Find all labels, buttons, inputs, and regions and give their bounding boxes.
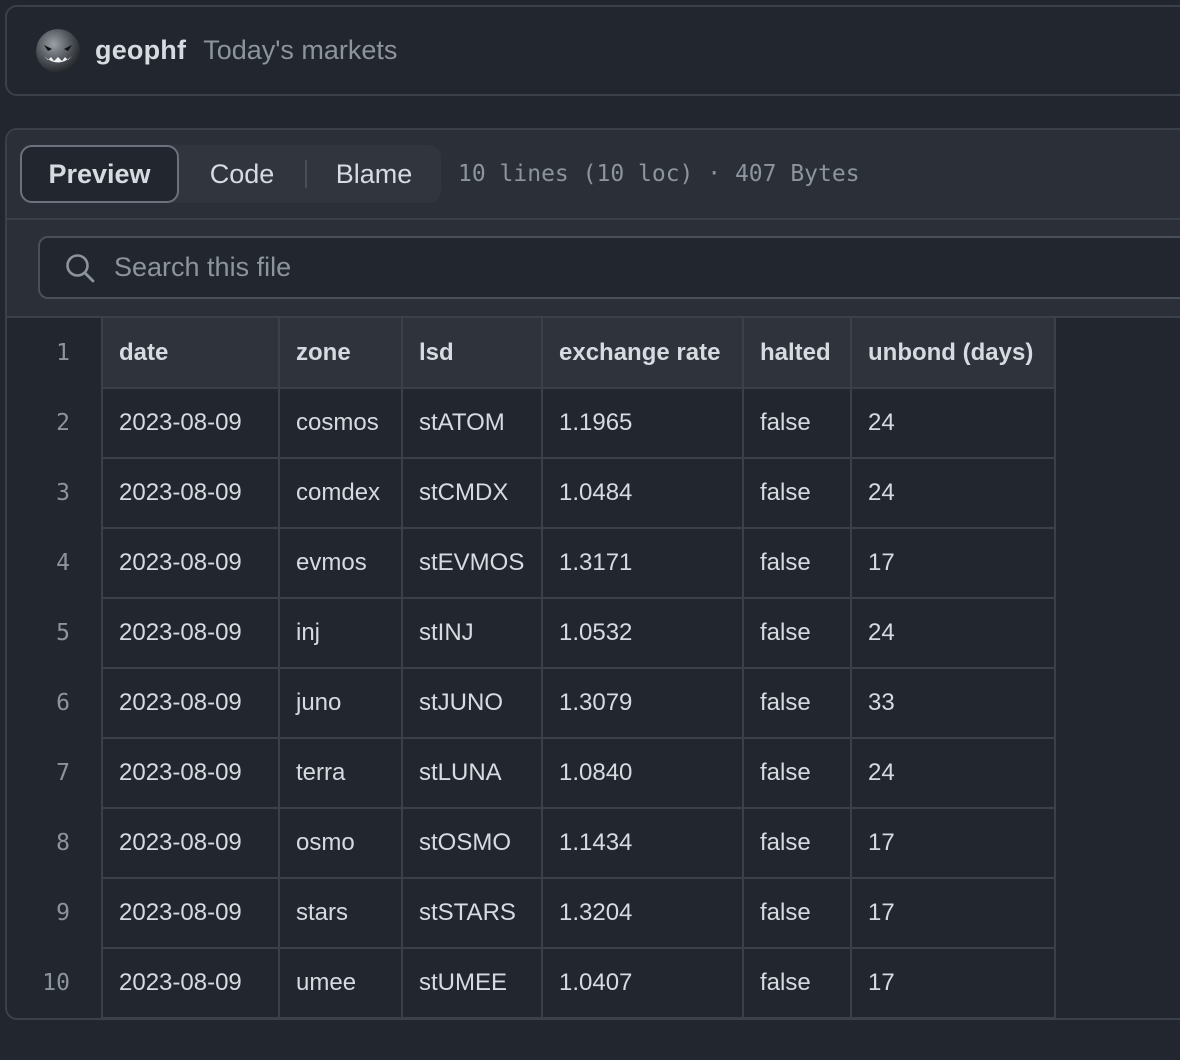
cell-lsd: stUMEE: [401, 948, 543, 1018]
cell-lsd: stINJ: [401, 598, 543, 669]
search-icon: [66, 253, 95, 282]
cell-lsd: stJUNO: [401, 668, 543, 739]
cell-exchange-rate: 1.0484: [541, 458, 744, 529]
line-number[interactable]: 4: [7, 528, 101, 598]
cell-date: 2023-08-09: [101, 878, 280, 949]
avatar[interactable]: [36, 28, 80, 73]
cell-date: 2023-08-09: [101, 388, 280, 459]
cell-date: 2023-08-09: [101, 738, 280, 809]
cell-lsd: stATOM: [401, 388, 543, 459]
commit-author-link[interactable]: geophf: [95, 35, 186, 66]
cell-unbond-days: 24: [850, 598, 1056, 669]
cell-lsd: stSTARS: [401, 878, 543, 949]
commit-header: geophf Today's markets: [5, 5, 1180, 96]
cell-halted: false: [742, 878, 852, 949]
table-row: 2023-08-09 stars stSTARS 1.3204 false 17: [101, 878, 1056, 949]
blame-tab[interactable]: Blame: [307, 145, 441, 203]
cell-date: 2023-08-09: [101, 808, 280, 879]
cell-unbond-days: 17: [850, 878, 1056, 949]
table-header-row: date zone lsd exchange rate halted unbon…: [101, 318, 1056, 389]
cell-halted: false: [742, 738, 852, 809]
code-tab[interactable]: Code: [179, 145, 305, 203]
header-halted: halted: [742, 318, 852, 389]
cell-zone: terra: [278, 738, 403, 809]
cell-unbond-days: 33: [850, 668, 1056, 739]
table-row: 2023-08-09 juno stJUNO 1.3079 false 33: [101, 668, 1056, 739]
view-mode-switcher: Preview Code Blame: [20, 145, 441, 203]
cell-zone: juno: [278, 668, 403, 739]
line-number[interactable]: 6: [7, 668, 101, 738]
cell-exchange-rate: 1.0532: [541, 598, 744, 669]
file-viewer: Preview Code Blame 10 lines (10 loc) · 4…: [5, 128, 1180, 1020]
line-number-gutter: 1 2 3 4 5 6 7 8 9 10: [7, 318, 101, 1018]
cell-zone: inj: [278, 598, 403, 669]
cell-date: 2023-08-09: [101, 948, 280, 1018]
line-number[interactable]: 8: [7, 808, 101, 878]
line-number[interactable]: 7: [7, 738, 101, 808]
cell-unbond-days: 17: [850, 528, 1056, 599]
table-row: 2023-08-09 comdex stCMDX 1.0484 false 24: [101, 458, 1056, 529]
search-row: [7, 220, 1180, 318]
cell-zone: evmos: [278, 528, 403, 599]
file-toolbar: Preview Code Blame 10 lines (10 loc) · 4…: [7, 130, 1180, 220]
search-input[interactable]: [112, 247, 1180, 288]
commit-message-link[interactable]: Today's markets: [203, 35, 397, 66]
table-row: 2023-08-09 cosmos stATOM 1.1965 false 24: [101, 388, 1056, 459]
cell-halted: false: [742, 668, 852, 739]
cell-unbond-days: 24: [850, 388, 1056, 459]
cell-zone: cosmos: [278, 388, 403, 459]
line-number[interactable]: 10: [7, 948, 101, 1018]
header-date: date: [101, 318, 280, 389]
cell-halted: false: [742, 598, 852, 669]
cell-zone: umee: [278, 948, 403, 1018]
table-row: 2023-08-09 evmos stEVMOS 1.3171 false 17: [101, 528, 1056, 599]
line-number[interactable]: 1: [7, 318, 101, 388]
cell-exchange-rate: 1.3079: [541, 668, 744, 739]
cell-lsd: stLUNA: [401, 738, 543, 809]
cell-halted: false: [742, 528, 852, 599]
cell-zone: stars: [278, 878, 403, 949]
line-number[interactable]: 2: [7, 388, 101, 458]
cell-exchange-rate: 1.3204: [541, 878, 744, 949]
csv-table-area: 1 2 3 4 5 6 7 8 9 10 date zone lsd excha…: [7, 318, 1180, 1018]
table-row: 2023-08-09 osmo stOSMO 1.1434 false 17: [101, 808, 1056, 879]
cell-lsd: stEVMOS: [401, 528, 543, 599]
cell-halted: false: [742, 808, 852, 879]
cell-halted: false: [742, 948, 852, 1018]
header-lsd: lsd: [401, 318, 543, 389]
cell-date: 2023-08-09: [101, 458, 280, 529]
header-unbond-days: unbond (days): [850, 318, 1056, 389]
cell-exchange-rate: 1.0407: [541, 948, 744, 1018]
cell-zone: osmo: [278, 808, 403, 879]
cell-unbond-days: 24: [850, 738, 1056, 809]
cell-unbond-days: 17: [850, 948, 1056, 1018]
table-row: 2023-08-09 terra stLUNA 1.0840 false 24: [101, 738, 1056, 809]
cell-exchange-rate: 1.1965: [541, 388, 744, 459]
cell-unbond-days: 24: [850, 458, 1056, 529]
cell-halted: false: [742, 388, 852, 459]
table-row: 2023-08-09 inj stINJ 1.0532 false 24: [101, 598, 1056, 669]
table-row: 2023-08-09 umee stUMEE 1.0407 false 17: [101, 948, 1056, 1018]
header-exchange-rate: exchange rate: [541, 318, 744, 389]
cell-exchange-rate: 1.3171: [541, 528, 744, 599]
cell-exchange-rate: 1.0840: [541, 738, 744, 809]
cell-date: 2023-08-09: [101, 598, 280, 669]
cell-date: 2023-08-09: [101, 528, 280, 599]
cell-exchange-rate: 1.1434: [541, 808, 744, 879]
cell-unbond-days: 17: [850, 808, 1056, 879]
csv-table: date zone lsd exchange rate halted unbon…: [101, 318, 1056, 1018]
preview-tab[interactable]: Preview: [20, 145, 179, 203]
file-meta-info: 10 lines (10 loc) · 407 Bytes: [458, 161, 860, 187]
cell-lsd: stCMDX: [401, 458, 543, 529]
cell-halted: false: [742, 458, 852, 529]
cell-zone: comdex: [278, 458, 403, 529]
line-number[interactable]: 3: [7, 458, 101, 528]
header-zone: zone: [278, 318, 403, 389]
line-number[interactable]: 5: [7, 598, 101, 668]
search-box[interactable]: [38, 236, 1180, 299]
cell-date: 2023-08-09: [101, 668, 280, 739]
cell-lsd: stOSMO: [401, 808, 543, 879]
line-number[interactable]: 9: [7, 878, 101, 948]
